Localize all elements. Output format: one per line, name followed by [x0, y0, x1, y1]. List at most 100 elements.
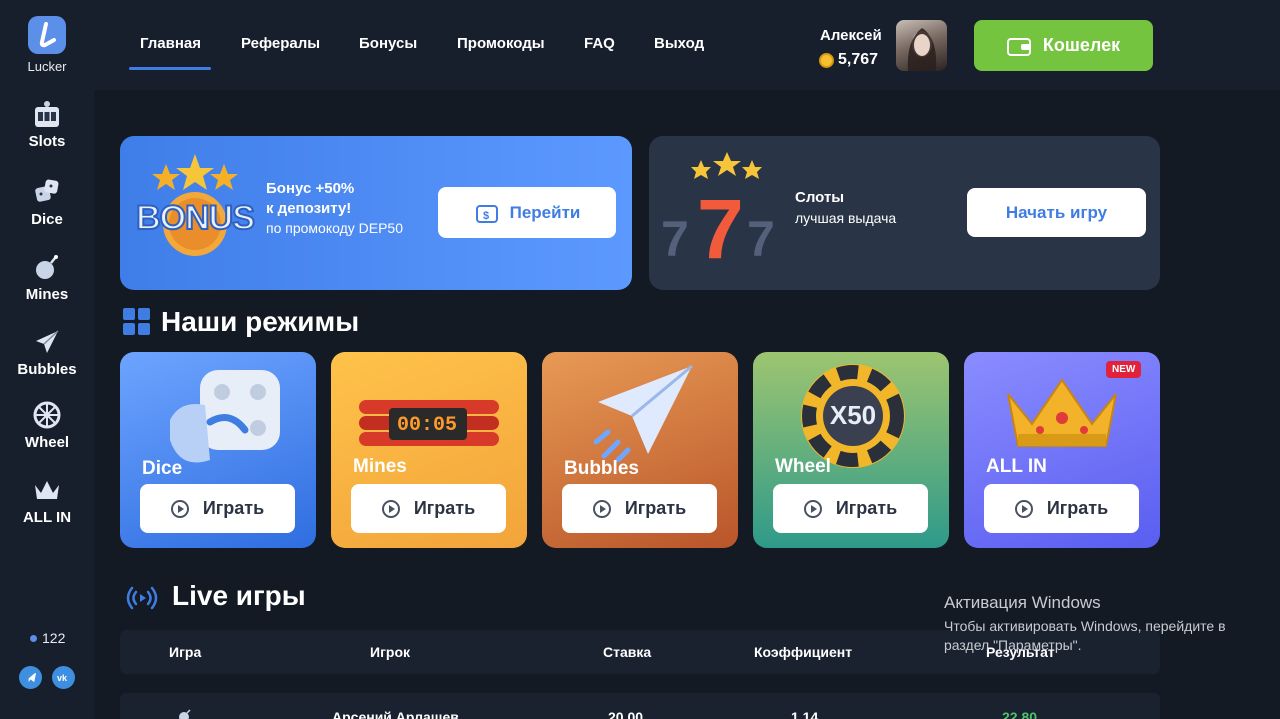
brand-name: Lucker: [27, 59, 67, 74]
svg-text:7: 7: [661, 211, 689, 266]
lucky-777-icon: 7 7 7: [661, 152, 775, 266]
nav-faq[interactable]: FAQ: [584, 35, 615, 52]
row-bet: 20.00: [608, 709, 644, 719]
play-label: Играть: [1046, 498, 1109, 518]
online-counter: 122: [30, 630, 65, 646]
sidebar-item-dice[interactable]: Dice: [0, 177, 94, 228]
bonus-badge-text: BONUS: [135, 198, 256, 238]
nav-home[interactable]: Главная: [140, 35, 201, 52]
sidebar-item-all-in[interactable]: ALL IN: [0, 475, 94, 526]
sidebar-item-label: Mines: [25, 286, 69, 303]
sidebar-item-mines[interactable]: Mines: [0, 252, 94, 303]
column-header-coef: Коэффициент: [754, 644, 853, 660]
mode-card-mines[interactable]: 00:05 Mines Играть: [331, 352, 527, 548]
nav-promocodes[interactable]: Промокоды: [457, 35, 545, 52]
mode-card-dice[interactable]: Dice Играть: [120, 352, 316, 548]
bomb-icon: [179, 709, 191, 719]
nav-referrals[interactable]: Рефералы: [241, 35, 320, 52]
balance-value: 5,767: [838, 51, 879, 68]
sidebar-item-slots[interactable]: Slots: [0, 99, 94, 150]
bonus-line1: Бонус +50%: [266, 180, 355, 197]
avatar[interactable]: [896, 20, 947, 71]
mode-label: Dice: [142, 458, 183, 479]
column-header-game: Игра: [169, 644, 202, 660]
sidebar-item-label: ALL IN: [22, 509, 72, 526]
coin-icon: [819, 52, 834, 68]
mode-label: Wheel: [775, 456, 831, 477]
play-label: Играть: [624, 498, 687, 518]
slots-start-button[interactable]: Начать игру: [967, 188, 1146, 237]
sidebar-item-wheel[interactable]: Wheel: [0, 400, 94, 451]
play-button[interactable]: Играть: [140, 484, 295, 533]
play-icon: [381, 499, 400, 518]
user-name: Алексей: [820, 27, 882, 44]
windows-activation-watermark: Активация Windows Чтобы активировать Win…: [944, 593, 1244, 655]
play-label: Играть: [202, 498, 265, 518]
sidebar-item-label: Wheel: [24, 434, 70, 451]
nav-active-indicator: [129, 67, 211, 70]
bomb-icon: [36, 255, 58, 279]
online-dot-icon: [30, 634, 37, 642]
user-balance: 5,767: [819, 51, 878, 69]
sidebar-item-label: Slots: [28, 133, 66, 150]
play-button[interactable]: Играть: [562, 484, 717, 533]
modes-title: Наши режимы: [161, 306, 360, 337]
live-title: Live игры: [172, 580, 306, 611]
bonus-line2: к депозиту!: [266, 200, 352, 217]
paper-plane-illustration-icon: [593, 364, 693, 462]
crown-icon: [35, 481, 59, 499]
sidebar: Lucker Slots Dice Mines Bubbles Wheel AL…: [0, 0, 94, 719]
nav-bonuses[interactable]: Бонусы: [359, 35, 417, 52]
row-result: 22.80: [1002, 709, 1038, 719]
svg-text:7: 7: [697, 182, 744, 266]
play-button[interactable]: Играть: [984, 484, 1139, 533]
dice-icon: [35, 179, 59, 202]
bonus-go-button[interactable]: $ Перейти: [438, 187, 616, 238]
sidebar-item-bubbles[interactable]: Bubbles: [0, 327, 94, 378]
row-coef: 1.14: [791, 709, 819, 719]
slots-banner: 7 7 7 Слоты лучшая выдача Начать игру: [649, 136, 1160, 290]
bonus-line3: по промокоду DEP50: [266, 220, 403, 236]
column-header-bet: Ставка: [603, 644, 652, 660]
sidebar-item-label: Bubbles: [17, 361, 77, 378]
slots-title: Слоты: [795, 189, 845, 206]
play-button[interactable]: Играть: [351, 484, 506, 533]
dice-illustration-icon: [170, 370, 280, 463]
play-icon: [170, 499, 189, 518]
slots-start-label: Начать игру: [1005, 202, 1108, 222]
column-header-player: Игрок: [370, 644, 411, 660]
mines-timer: 00:05: [396, 414, 457, 437]
mode-card-all-in[interactable]: NEW ALL IN Играть: [964, 352, 1160, 548]
mode-label: Mines: [353, 456, 407, 477]
nav-logout[interactable]: Выход: [654, 35, 704, 52]
wallet-icon: [1006, 37, 1031, 56]
svg-text:vk: vk: [57, 673, 68, 682]
slot-machine-icon: [35, 101, 59, 127]
grid-icon: [123, 308, 150, 335]
wallet-button[interactable]: Кошелек: [974, 20, 1153, 71]
crown-illustration-icon: [1007, 378, 1117, 447]
mode-card-bubbles[interactable]: Bubbles Играть: [542, 352, 738, 548]
telegram-icon[interactable]: [19, 666, 42, 689]
table-row: Арсений Арлашев 20.00 1.14 22.80: [120, 693, 1160, 719]
play-icon: [1014, 499, 1033, 518]
play-label: Играть: [413, 498, 476, 518]
windows-activation-text: Чтобы активировать Windows, перейдите в …: [944, 618, 1226, 653]
play-label: Играть: [835, 498, 898, 518]
paper-plane-icon: [36, 330, 59, 353]
wheel-icon: [33, 401, 61, 429]
windows-activation-title: Активация Windows: [944, 593, 1101, 612]
money-icon: $: [475, 204, 498, 223]
vk-icon[interactable]: vk: [52, 666, 75, 689]
mode-label: ALL IN: [986, 456, 1047, 477]
row-player: Арсений Арлашев: [332, 709, 459, 719]
slots-subtitle: лучшая выдача: [795, 210, 897, 226]
wheel-multiplier: X50: [829, 400, 877, 430]
bonus-banner: BONUS Бонус +50% к депозиту! по промокод…: [120, 136, 632, 290]
svg-text:7: 7: [747, 211, 775, 266]
logo-icon[interactable]: [28, 16, 66, 54]
play-icon: [803, 499, 822, 518]
play-icon: [592, 499, 611, 518]
mode-card-wheel[interactable]: X50 Wheel Играть: [753, 352, 949, 548]
play-button[interactable]: Играть: [773, 484, 928, 533]
